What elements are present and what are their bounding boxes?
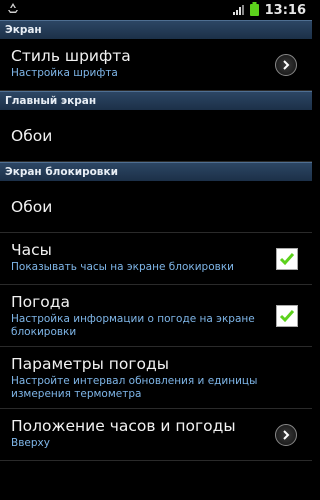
status-bar: 13:16: [0, 0, 312, 20]
setting-subtitle: Настройте интервал обновления и единицы …: [11, 375, 258, 400]
weather-checkbox[interactable]: [276, 304, 298, 327]
setting-title: Часы: [11, 241, 52, 259]
setting-subtitle: Вверху: [11, 437, 50, 449]
recycle-icon: [6, 1, 20, 20]
section-header-screen: Экран: [0, 20, 312, 39]
setting-subtitle: Показывать часы на экране блокировки: [11, 261, 234, 273]
section-header-lock-screen: Экран блокировки: [0, 162, 312, 181]
setting-title: Погода: [11, 293, 70, 311]
setting-title: Параметры погоды: [11, 355, 169, 373]
clock: 13:16: [264, 2, 306, 18]
battery-icon: [249, 1, 259, 20]
setting-weather-parameters[interactable]: Параметры погоды Настройте интервал обно…: [0, 347, 312, 409]
section-header-home-screen: Главный экран: [0, 91, 312, 110]
checkmark-icon: [279, 309, 295, 322]
setting-title: Обои: [11, 126, 53, 145]
chevron-right-icon[interactable]: [275, 423, 297, 446]
setting-title: Обои: [11, 197, 53, 216]
setting-lock-wallpaper[interactable]: Обои: [0, 181, 312, 233]
signal-icon: [232, 1, 244, 20]
chevron-right-icon[interactable]: [275, 53, 297, 76]
setting-home-wallpaper[interactable]: Обои: [0, 110, 312, 162]
setting-clock[interactable]: Часы Показывать часы на экране блокировк…: [0, 233, 312, 285]
setting-clock-weather-position[interactable]: Положение часов и погоды Вверху: [0, 409, 312, 461]
setting-title: Стиль шрифта: [11, 47, 131, 65]
setting-subtitle: Настройка шрифта: [11, 67, 118, 79]
setting-title: Положение часов и погоды: [11, 417, 236, 435]
setting-weather[interactable]: Погода Настройка информации о погоде на …: [0, 285, 312, 347]
setting-subtitle: Настройка информации о погоде на экране …: [11, 313, 255, 338]
checkmark-icon: [279, 252, 295, 265]
clock-checkbox[interactable]: [276, 247, 298, 270]
setting-font-style[interactable]: Стиль шрифта Настройка шрифта: [0, 39, 312, 91]
